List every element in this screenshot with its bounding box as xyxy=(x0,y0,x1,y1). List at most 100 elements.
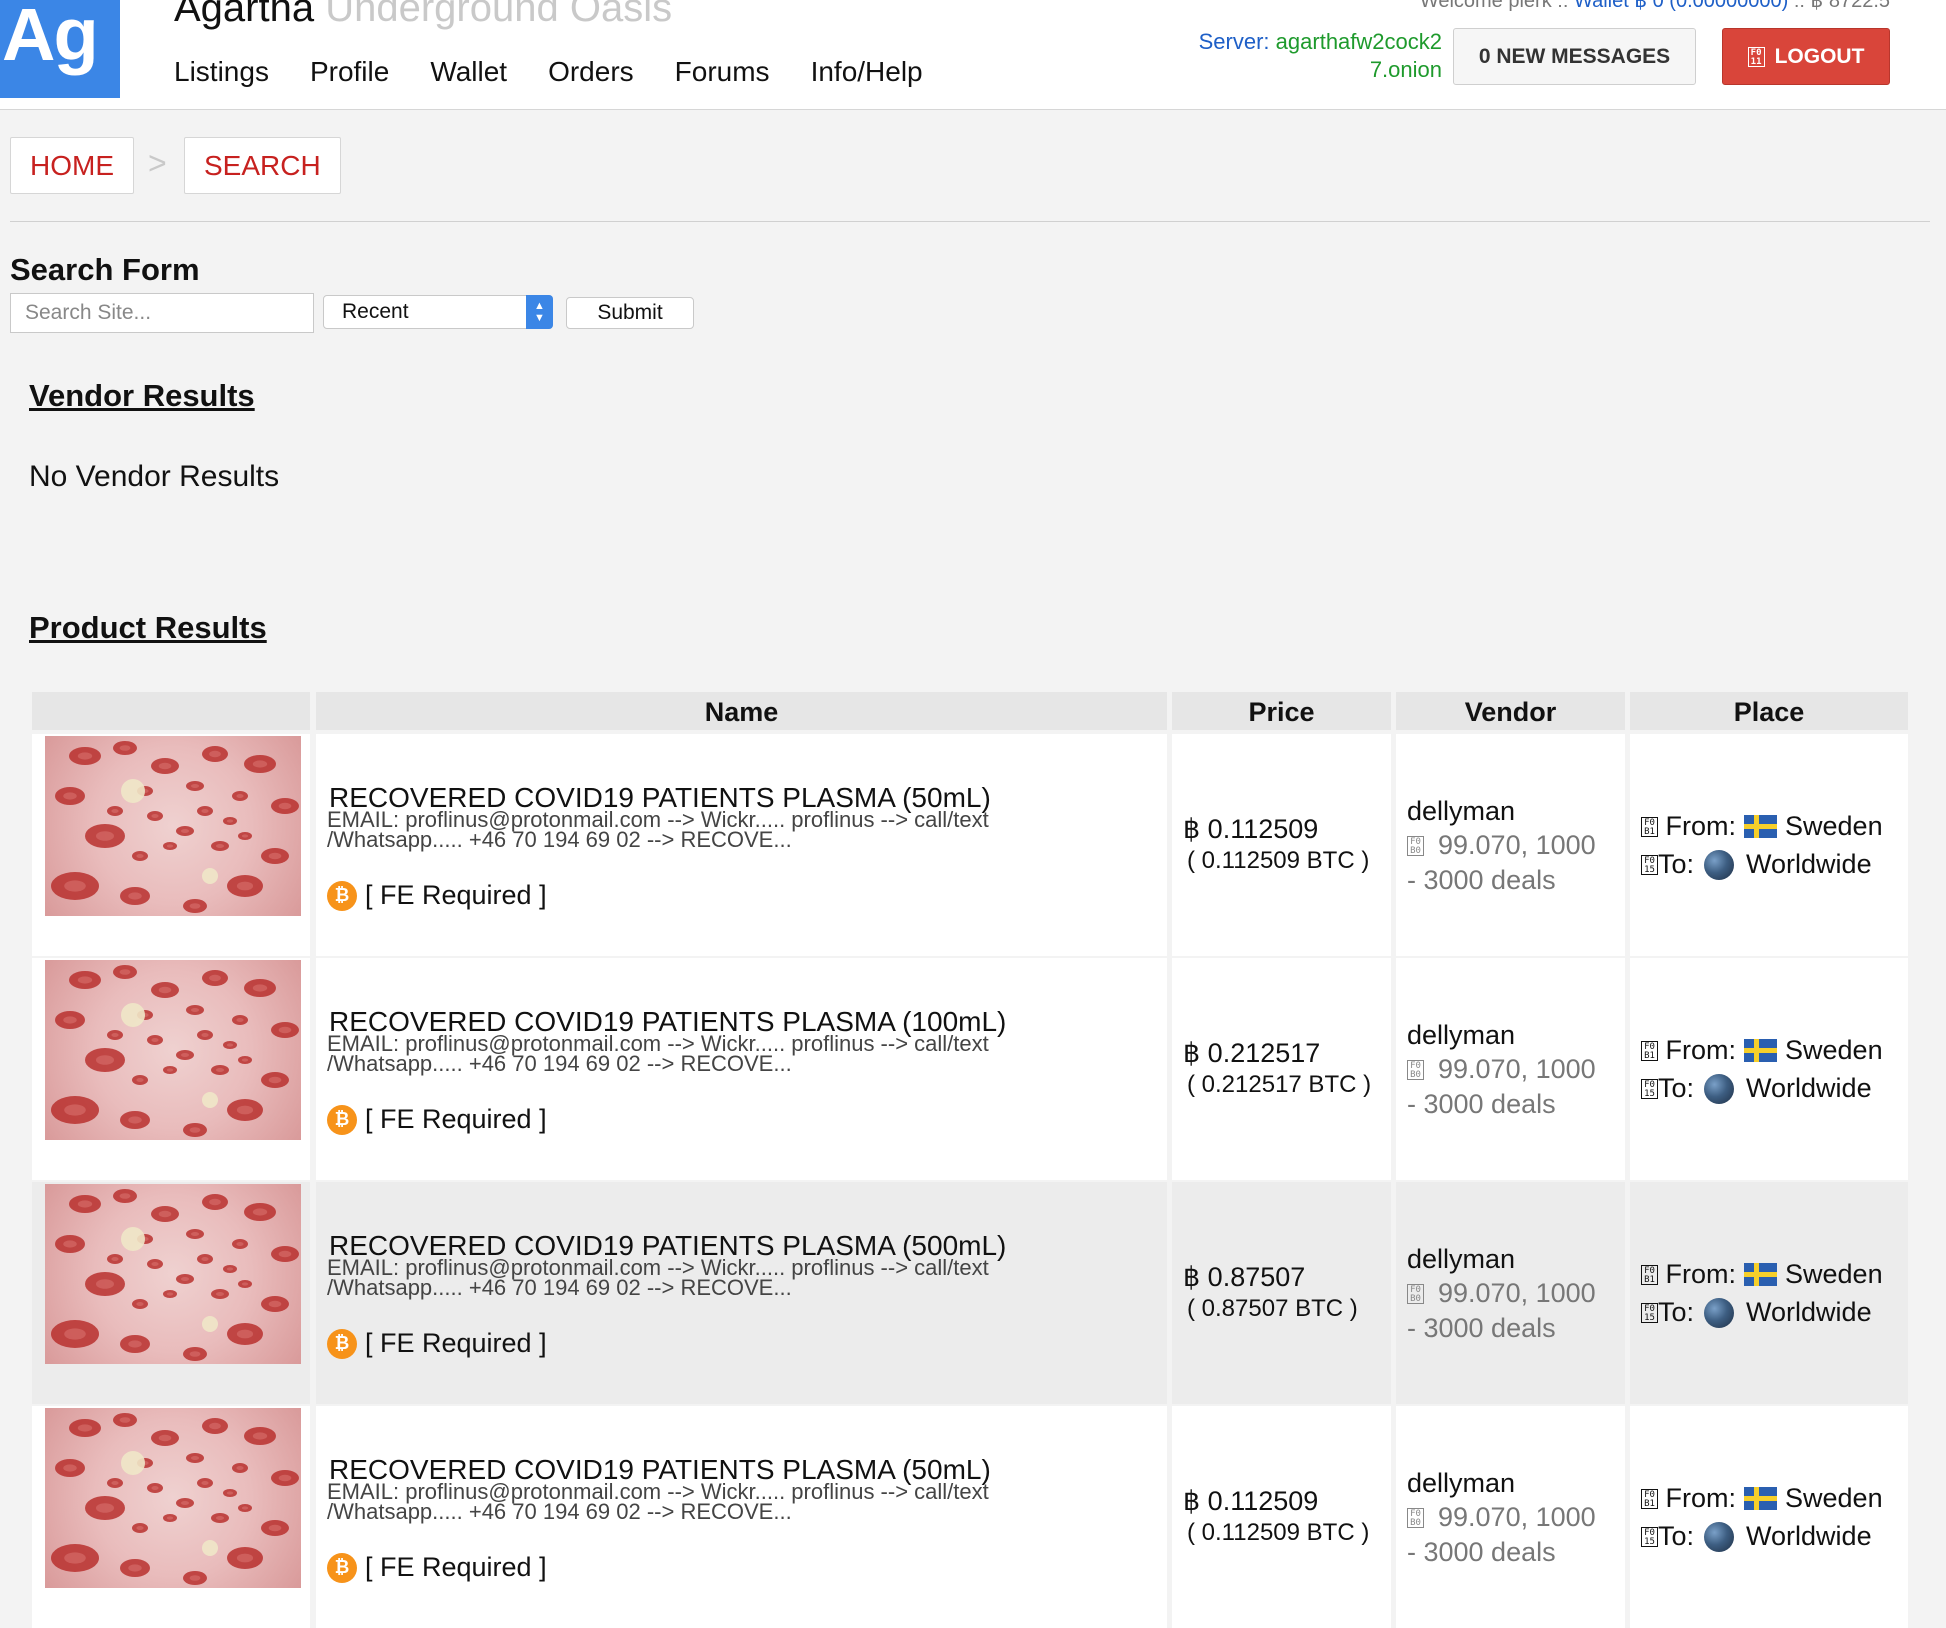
ships-from: F0 B1 From: Sweden xyxy=(1641,1035,1883,1066)
fe-required: ₿ [ FE Required ] xyxy=(327,880,547,911)
product-description: EMAIL: proflinus@protonmail.com --> Wick… xyxy=(327,809,989,852)
table-row[interactable]: RECOVERED COVID19 PATIENTS PLASMA (50mL)… xyxy=(32,734,1908,956)
rating-icon: F0 B0 xyxy=(1407,835,1424,856)
from-icon: F0 B1 xyxy=(1641,1264,1658,1285)
price-cell: ฿ 0.212517 ( 0.212517 BTC ) xyxy=(1172,958,1391,1180)
search-form-title: Search Form xyxy=(10,252,200,287)
product-description: EMAIL: proflinus@protonmail.com --> Wick… xyxy=(327,1033,989,1075)
nav-profile[interactable]: Profile xyxy=(310,56,389,88)
product-description-line-2: /Whatsapp..... +46 70 194 69 02 --> RECO… xyxy=(327,827,792,852)
ships-to-region: Worldwide xyxy=(1746,849,1872,879)
price-btc: ( 0.112509 BTC ) xyxy=(1187,1519,1370,1546)
column-header-price: Price xyxy=(1172,692,1391,730)
ships-from-country: Sweden xyxy=(1785,1035,1883,1065)
table-row[interactable]: RECOVERED COVID19 PATIENTS PLASMA (50mL)… xyxy=(32,1406,1908,1628)
vendor-rating: F0 B0 99.070, 1000 xyxy=(1407,1502,1596,1533)
price-value: ฿ 0.112509 xyxy=(1183,814,1319,844)
to-icon: F0 15 xyxy=(1641,1302,1658,1323)
logout-label: LOGOUT xyxy=(1774,45,1865,68)
submit-button[interactable]: Submit xyxy=(566,297,694,329)
price-cell: ฿ 0.87507 ( 0.87507 BTC ) xyxy=(1172,1182,1391,1404)
ships-to-label: To: xyxy=(1658,1073,1695,1103)
table-header: Name Price Vendor Place xyxy=(32,692,1908,730)
to-icon: F0 15 xyxy=(1641,854,1658,875)
site-logo[interactable]: Ag xyxy=(0,0,120,98)
price-btc: ( 0.112509 BTC ) xyxy=(1187,847,1370,874)
search-input[interactable] xyxy=(10,293,314,333)
rating-icon: F0 B0 xyxy=(1407,1059,1424,1080)
top-header: Ag Agartha Underground Oasis Listings Pr… xyxy=(0,0,1946,110)
price-value: ฿ 0.87507 xyxy=(1183,1262,1306,1292)
price-cell: ฿ 0.112509 ( 0.112509 BTC ) xyxy=(1172,1406,1391,1628)
vendor-name-link[interactable]: dellyman xyxy=(1407,1020,1515,1051)
vendor-name-link[interactable]: dellyman xyxy=(1407,1244,1515,1275)
logout-button[interactable]: F0 11 LOGOUT xyxy=(1722,28,1890,85)
name-cell: RECOVERED COVID19 PATIENTS PLASMA (100mL… xyxy=(316,958,1167,1180)
vendor-results-title: Vendor Results xyxy=(29,378,255,413)
product-thumbnail[interactable] xyxy=(45,1184,301,1364)
product-thumbnail[interactable] xyxy=(45,1408,301,1588)
welcome-separator: :: xyxy=(1793,0,1805,12)
nav-info-help[interactable]: Info/Help xyxy=(811,56,923,88)
breadcrumb-search[interactable]: SEARCH xyxy=(184,137,341,194)
ships-to-label: To: xyxy=(1658,1521,1695,1551)
messages-button[interactable]: 0 NEW MESSAGES xyxy=(1453,28,1696,85)
ships-to: F0 15 To: Worldwide xyxy=(1641,1521,1872,1552)
image-cell xyxy=(32,958,310,1180)
breadcrumb-home[interactable]: HOME xyxy=(10,137,134,194)
fe-required-label: [ FE Required ] xyxy=(365,1552,547,1582)
ships-to-region: Worldwide xyxy=(1746,1297,1872,1327)
table-row[interactable]: RECOVERED COVID19 PATIENTS PLASMA (100mL… xyxy=(32,958,1908,1180)
fe-required: ₿ [ FE Required ] xyxy=(327,1104,547,1135)
nav-listings[interactable]: Listings xyxy=(174,56,269,88)
product-thumbnail[interactable] xyxy=(45,960,301,1140)
product-thumbnail[interactable] xyxy=(45,736,301,916)
table-row[interactable]: RECOVERED COVID19 PATIENTS PLASMA (500mL… xyxy=(32,1182,1908,1404)
vendor-name-link[interactable]: dellyman xyxy=(1407,796,1515,827)
vendor-name-link[interactable]: dellyman xyxy=(1407,1468,1515,1499)
sort-selected-value: Recent xyxy=(342,300,409,323)
product-description-line-2: /Whatsapp..... +46 70 194 69 02 --> RECO… xyxy=(327,1275,792,1300)
welcome-text: Welcome pierk :: xyxy=(1419,0,1569,12)
server-info: Server: agarthafw2cock2 7.onion xyxy=(1152,28,1442,84)
wallet-link[interactable]: Wallet xyxy=(1574,0,1629,12)
nav-orders[interactable]: Orders xyxy=(548,56,634,88)
divider xyxy=(10,221,1930,222)
fe-required-label: [ FE Required ] xyxy=(365,1104,547,1134)
product-description-line-2: /Whatsapp..... +46 70 194 69 02 --> RECO… xyxy=(327,1499,792,1524)
bitcoin-icon: ₿ xyxy=(327,880,357,911)
sweden-flag-icon xyxy=(1744,815,1778,838)
sort-select[interactable]: Recent ▲ ▼ xyxy=(323,295,553,329)
vendor-rating-value: 99.070, 1000 xyxy=(1438,830,1596,860)
nav-wallet[interactable]: Wallet xyxy=(430,56,507,88)
brand-name: Agartha xyxy=(174,0,315,30)
name-cell: RECOVERED COVID19 PATIENTS PLASMA (500mL… xyxy=(316,1182,1167,1404)
ships-to: F0 15 To: Worldwide xyxy=(1641,849,1872,880)
no-vendor-results: No Vendor Results xyxy=(29,460,280,493)
rating-icon: F0 B0 xyxy=(1407,1507,1424,1528)
ships-to-region: Worldwide xyxy=(1746,1073,1872,1103)
price-cell: ฿ 0.112509 ( 0.112509 BTC ) xyxy=(1172,734,1391,956)
product-description: EMAIL: proflinus@protonmail.com --> Wick… xyxy=(327,1481,989,1524)
chevron-updown-icon: ▲ ▼ xyxy=(526,295,553,329)
server-address-2: 7.onion xyxy=(1369,57,1442,82)
globe-icon xyxy=(1704,849,1735,880)
ships-from-country: Sweden xyxy=(1785,811,1883,841)
bitcoin-icon: ₿ xyxy=(327,1552,357,1583)
from-icon: F0 B1 xyxy=(1641,816,1658,837)
vendor-rating-value: 99.070, 1000 xyxy=(1438,1054,1596,1084)
sweden-flag-icon xyxy=(1744,1487,1778,1510)
to-icon: F0 15 xyxy=(1641,1526,1658,1547)
main-nav: Listings Profile Wallet Orders Forums In… xyxy=(174,56,964,88)
brand-tagline: Underground Oasis xyxy=(325,0,673,30)
ships-from: F0 B1 From: Sweden xyxy=(1641,1259,1883,1290)
nav-forums[interactable]: Forums xyxy=(675,56,770,88)
from-icon: F0 B1 xyxy=(1641,1488,1658,1509)
welcome-bar: Welcome pierk :: Wallet ฿ 0 (0.00000000)… xyxy=(1420,0,1890,13)
btc-rate: ฿ 8722.5 xyxy=(1810,0,1890,12)
price-btc: ( 0.87507 BTC ) xyxy=(1187,1295,1358,1322)
vendor-cell: dellyman F0 B0 99.070, 1000 - 3000 deals xyxy=(1396,734,1625,956)
logout-icon: F0 11 xyxy=(1747,46,1765,67)
globe-icon xyxy=(1704,1073,1735,1104)
from-icon: F0 B1 xyxy=(1641,1040,1658,1061)
